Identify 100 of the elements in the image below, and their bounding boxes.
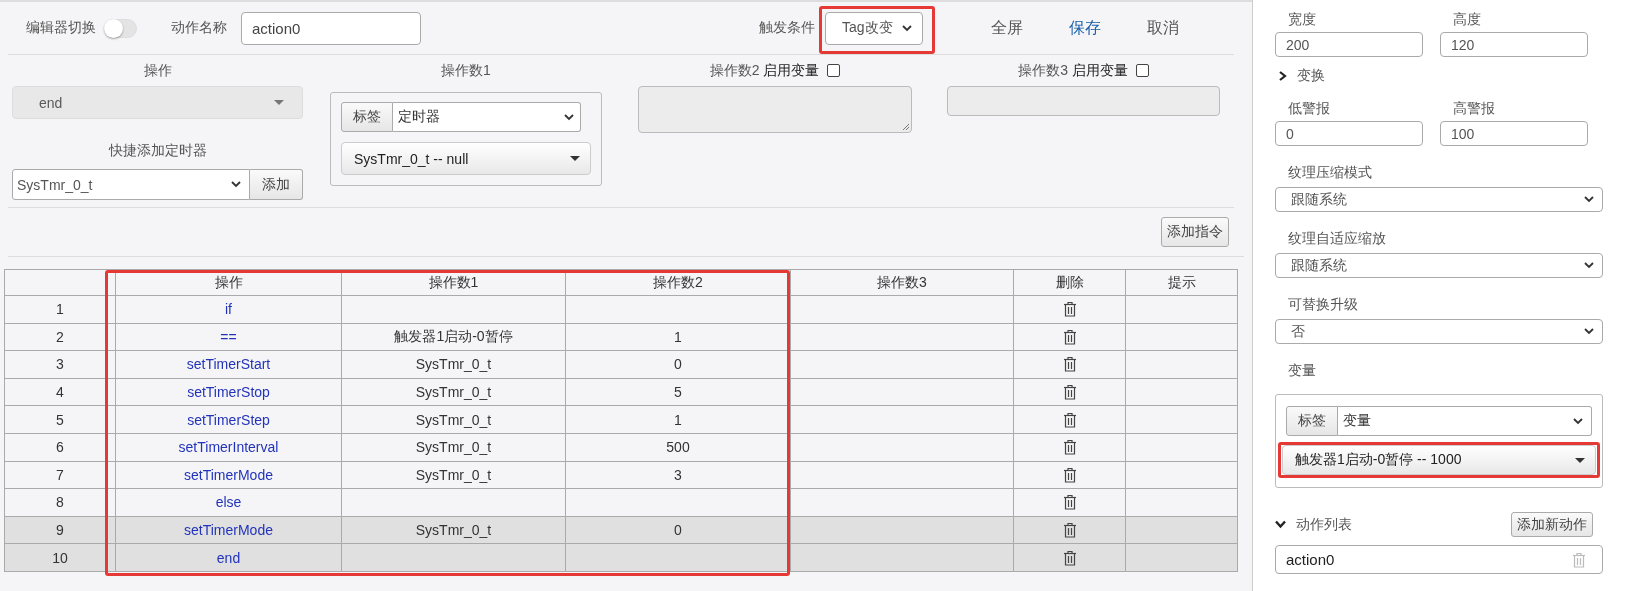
number-input[interactable]: 0 (1275, 121, 1423, 146)
table-cell: SysTmr_0_t (341, 433, 566, 462)
operation-cell: end (115, 543, 342, 572)
section-toggle[interactable]: 动作列表 (1296, 515, 1352, 534)
operation-cell: if (115, 295, 342, 324)
section-toggle[interactable]: 变换 (1297, 67, 1325, 85)
chevron-icon (564, 113, 574, 121)
operation-cell: setTimerMode (115, 516, 342, 544)
chevron-icon (231, 181, 241, 188)
table-cell: SysTmr_0_t (341, 405, 566, 434)
chevron-icon (1573, 417, 1583, 425)
caret-icon (274, 100, 284, 105)
option-select[interactable]: 跟随系统 (1275, 187, 1603, 212)
chevron-icon (1584, 196, 1594, 203)
field-label: 高警报 (1452, 99, 1496, 118)
add-action-button[interactable]: 添加新动作 (1511, 512, 1593, 537)
field-label: 低警报 (1287, 99, 1331, 118)
toolbar-link[interactable]: 取消 (1147, 17, 1179, 39)
action-list-item[interactable]: action0 (1275, 545, 1603, 574)
field-label: 宽度 (1287, 10, 1317, 29)
chevron-icon (1584, 262, 1594, 269)
number-input[interactable]: 200 (1275, 32, 1423, 57)
category-select[interactable]: 定时器 (393, 102, 581, 132)
chevron-right-icon[interactable] (1278, 71, 1287, 81)
operation-cell: setTimerStart (115, 350, 342, 379)
toggle-switch[interactable] (104, 18, 137, 38)
table-cell: 5 (565, 378, 791, 406)
field-label: 纹理自适应缩放 (1287, 229, 1386, 248)
trash-icon[interactable] (1062, 301, 1077, 318)
switch-label: 编辑器切换 (26, 19, 96, 37)
trash-icon[interactable] (1062, 466, 1077, 483)
trash-icon[interactable] (1062, 522, 1077, 539)
table-cell: SysTmr_0_t (341, 516, 566, 544)
toolbar-link[interactable]: 全屏 (991, 17, 1023, 39)
toolbar-link[interactable]: 保存 (1069, 17, 1101, 39)
tag-button[interactable]: 标签 (341, 102, 393, 132)
field-label: 触发条件 (759, 19, 815, 37)
row-number: 5 (4, 405, 116, 434)
table-cell: 1 (565, 323, 791, 351)
column-label: 操作数3 启用变量 (1018, 61, 1128, 80)
column-header: 操作数1 (341, 269, 566, 296)
table-cell: SysTmr_0_t (341, 461, 566, 489)
table-cell: 触发器1启动-0暂停 (341, 323, 566, 351)
operation-cell: setTimerStop (115, 378, 342, 406)
operand-input[interactable] (947, 86, 1220, 116)
table-cell: 1 (565, 405, 791, 434)
trash-icon[interactable] (1062, 439, 1077, 456)
table-cell: 0 (565, 516, 791, 544)
trash-icon[interactable] (1062, 328, 1077, 345)
resize-grip-icon (902, 123, 909, 130)
section-label: 快捷添加定时器 (107, 141, 208, 160)
row-number: 9 (4, 516, 116, 544)
checkbox[interactable] (1135, 64, 1149, 77)
column-header: 删除 (1013, 269, 1126, 296)
tag-button[interactable]: 标签 (1286, 406, 1338, 436)
table-cell: 0 (565, 350, 791, 379)
column-header: 提示 (1125, 269, 1238, 296)
column-label: 操作数1 (440, 61, 492, 80)
field-label: 纹理压缩模式 (1287, 163, 1372, 182)
add-button[interactable]: 添加 (250, 169, 303, 200)
variable-dropdown[interactable]: 触发器1启动-0暂停 -- 1000 (1282, 445, 1596, 475)
caret-icon (570, 156, 580, 161)
row-number: 1 (4, 295, 116, 324)
trash-icon[interactable] (1062, 356, 1077, 373)
row-number: 3 (4, 350, 116, 379)
category-select[interactable]: 变量 (1337, 406, 1592, 436)
caret-icon (1575, 457, 1585, 463)
number-input[interactable]: 120 (1440, 32, 1588, 57)
chevron-down-icon[interactable] (1275, 520, 1286, 529)
name-input[interactable]: action0 (241, 11, 421, 45)
trash-icon[interactable] (1062, 411, 1077, 428)
add-instruction-button[interactable]: 添加指令 (1161, 217, 1229, 247)
chevron-icon (1584, 328, 1594, 335)
checkbox[interactable] (827, 64, 841, 77)
action-name: action0 (1286, 551, 1335, 568)
number-input[interactable]: 100 (1440, 121, 1588, 146)
field-label: 动作名称 (171, 19, 227, 37)
column-header: 操作数3 (790, 269, 1014, 296)
trigger-select[interactable]: Tag改变 (825, 11, 923, 45)
option-select[interactable]: 跟随系统 (1275, 253, 1603, 278)
value-dropdown[interactable]: SysTmr_0_t -- null (341, 142, 591, 175)
row-number: 4 (4, 378, 116, 406)
row-number: 6 (4, 433, 116, 462)
trash-icon[interactable] (1062, 384, 1077, 401)
column-header: 操作数2 (565, 269, 791, 296)
trash-icon[interactable] (1062, 494, 1077, 511)
table-cell: SysTmr_0_t (341, 350, 566, 379)
operation-cell: else (115, 488, 342, 517)
field-label: 变量 (1287, 361, 1316, 380)
trash-icon[interactable] (1062, 549, 1077, 566)
row-number: 8 (4, 488, 116, 517)
column-label: 操作数2 启用变量 (709, 61, 820, 80)
timer-select[interactable]: SysTmr_0_t (12, 169, 250, 200)
row-number: 10 (4, 543, 116, 572)
row-number: 7 (4, 461, 116, 489)
table-cell: SysTmr_0_t (341, 378, 566, 406)
row-number: 2 (4, 323, 116, 351)
field-label: 高度 (1452, 10, 1482, 29)
option-select[interactable]: 否 (1275, 319, 1603, 344)
table-cell: 500 (565, 433, 791, 462)
